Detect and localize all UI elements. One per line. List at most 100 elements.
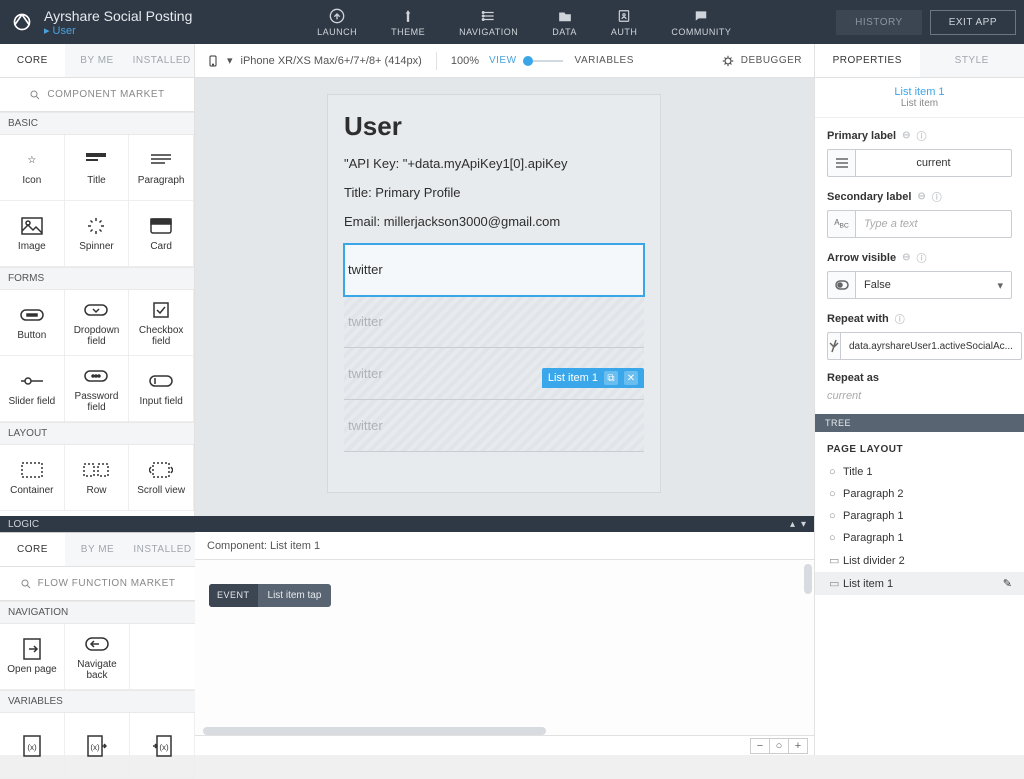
info-icon[interactable]: ⓘ [932, 189, 942, 204]
repeat-as-value[interactable]: current [827, 390, 1012, 402]
delete-icon[interactable]: ✕ [624, 371, 638, 385]
text-type-icon[interactable]: ABC [827, 210, 855, 238]
logic-tab-core[interactable]: CORE [0, 533, 65, 566]
flow-open-page[interactable]: Open page [0, 624, 65, 690]
comp-paragraph[interactable]: Paragraph [129, 135, 194, 201]
left-tab-installed[interactable]: INSTALLED [129, 44, 194, 77]
row-icon [83, 459, 109, 481]
preview-toggle[interactable] [523, 60, 563, 62]
comp-password[interactable]: Password field [65, 356, 130, 422]
logic-expand-icon[interactable]: ▾ [801, 519, 806, 530]
variables-link[interactable]: VARIABLES [575, 55, 634, 66]
svg-text:(x): (x) [90, 743, 100, 752]
tree-header[interactable]: TREE [815, 414, 1024, 432]
zoom-in-button[interactable]: + [788, 738, 808, 754]
flow-var-3[interactable]: (x) [130, 713, 195, 779]
rotate-icon[interactable]: ▾ [227, 54, 233, 67]
history-button[interactable]: HISTORY [836, 10, 922, 35]
app-logo[interactable] [0, 0, 44, 44]
selection-tag[interactable]: List item 1 ⧉ ✕ [542, 368, 644, 388]
nav-community[interactable]: COMMUNITY [671, 7, 731, 37]
info-icon[interactable]: ⓘ [895, 311, 905, 326]
edit-icon[interactable]: ✎ [1003, 577, 1012, 590]
list-item[interactable]: twitter [344, 296, 644, 348]
breadcrumb[interactable]: ▸User [44, 24, 192, 37]
repeat-with-input[interactable]: data.ayrshareUser1.activeSocialAc... [840, 332, 1022, 360]
zoom-out-button[interactable]: − [750, 738, 770, 754]
nav-data[interactable]: DATA [552, 7, 577, 37]
tree-node-selected[interactable]: ▭List item 1✎ [815, 572, 1024, 595]
link-icon[interactable]: ⊖ [902, 252, 910, 263]
comp-spinner[interactable]: Spinner [65, 201, 130, 267]
top-bar: Ayrshare Social Posting ▸User LAUNCH THE… [0, 0, 1024, 44]
paragraph-icon [150, 149, 172, 171]
copy-icon[interactable]: ⧉ [604, 371, 618, 385]
left-tab-byme[interactable]: BY ME [65, 44, 130, 77]
device-label[interactable]: iPhone XR/XS Max/6+/7+/8+ (414px) [241, 55, 422, 67]
tree-node[interactable]: ○Title 1 [815, 461, 1024, 483]
paragraph-api-key[interactable]: "API Key: "+data.myApiKey1[0].apiKey [344, 156, 644, 171]
zoom-reset-button[interactable]: ○ [769, 738, 789, 754]
tab-style[interactable]: STYLE [920, 44, 1024, 77]
comp-title[interactable]: Title [65, 135, 130, 201]
paragraph-title[interactable]: Title: Primary Profile [344, 185, 644, 200]
link-icon[interactable]: ⊖ [917, 191, 925, 202]
logic-bar[interactable]: LOGIC ▴▾ [0, 516, 814, 532]
logic-vscroll[interactable] [804, 564, 812, 594]
comp-card[interactable]: Card [129, 201, 194, 267]
tree-node[interactable]: ▭List divider 2 [815, 549, 1024, 572]
comp-row[interactable]: Row [65, 445, 130, 511]
logic-tab-byme[interactable]: BY ME [65, 533, 130, 566]
comp-button[interactable]: Button [0, 290, 65, 356]
device-icon[interactable] [207, 52, 219, 70]
flow-var-1[interactable]: (x) [0, 713, 65, 779]
primary-label-input[interactable]: current [855, 149, 1012, 177]
info-icon[interactable]: ⓘ [916, 128, 926, 143]
comp-container[interactable]: Container [0, 445, 65, 511]
debugger-button[interactable]: DEBUGGER [721, 54, 802, 68]
left-tab-core[interactable]: CORE [0, 44, 65, 77]
secondary-label-input[interactable]: Type a text [855, 210, 1012, 238]
nav-auth[interactable]: AUTH [611, 7, 638, 37]
preview-link[interactable]: VIEW [489, 55, 517, 66]
design-canvas[interactable]: User "API Key: "+data.myApiKey1[0].apiKe… [195, 78, 814, 516]
formula-icon[interactable] [827, 332, 840, 360]
comp-scrollview[interactable]: Scroll view [129, 445, 194, 511]
paragraph-email[interactable]: Email: millerjackson3000@gmail.com [344, 214, 644, 229]
tab-properties[interactable]: PROPERTIES [815, 44, 920, 77]
logic-hscroll[interactable] [203, 727, 774, 735]
zoom-value[interactable]: 100% [451, 55, 479, 67]
nav-launch[interactable]: LAUNCH [317, 7, 357, 37]
list-item[interactable]: twitter [344, 244, 644, 296]
logic-tab-installed[interactable]: INSTALLED [130, 533, 195, 566]
flow-var-2[interactable]: (x) [65, 713, 130, 779]
comp-image[interactable]: Image [0, 201, 65, 267]
info-icon[interactable]: ⓘ [916, 250, 926, 265]
nav-theme[interactable]: THEME [391, 7, 425, 37]
comp-slider[interactable]: Slider field [0, 356, 65, 422]
flow-navigate-back[interactable]: Navigate back [65, 624, 130, 690]
event-node[interactable]: EVENT List item tap [209, 584, 331, 607]
selected-name[interactable]: List item 1 [815, 86, 1024, 98]
exit-app-button[interactable]: EXIT APP [930, 10, 1016, 35]
tree-node[interactable]: ○Paragraph 1 [815, 527, 1024, 549]
comp-input[interactable]: Input field [129, 356, 194, 422]
arrow-visible-select[interactable]: False▾ [855, 271, 1012, 299]
flow-function-market-search[interactable]: FLOW FUNCTION MARKET [0, 567, 195, 601]
binding-type-icon[interactable] [827, 149, 855, 177]
list-item[interactable]: twitter [344, 400, 644, 452]
logic-collapse-icon[interactable]: ▴ [790, 519, 795, 530]
search-icon [29, 89, 41, 101]
link-icon[interactable]: ⊖ [902, 130, 910, 141]
logic-canvas-body[interactable]: EVENT List item tap [195, 560, 814, 735]
comp-checkbox[interactable]: Checkbox field [129, 290, 194, 356]
launch-icon [329, 7, 345, 25]
tree-node[interactable]: ○Paragraph 2 [815, 483, 1024, 505]
nav-navigation[interactable]: NAVIGATION [459, 7, 518, 37]
comp-icon[interactable]: ☆Icon [0, 135, 65, 201]
component-market-search[interactable]: COMPONENT MARKET [0, 78, 194, 112]
comp-dropdown[interactable]: Dropdown field [65, 290, 130, 356]
bool-type-icon[interactable] [827, 271, 855, 299]
page-title[interactable]: User [344, 111, 644, 142]
tree-node[interactable]: ○Paragraph 1 [815, 505, 1024, 527]
